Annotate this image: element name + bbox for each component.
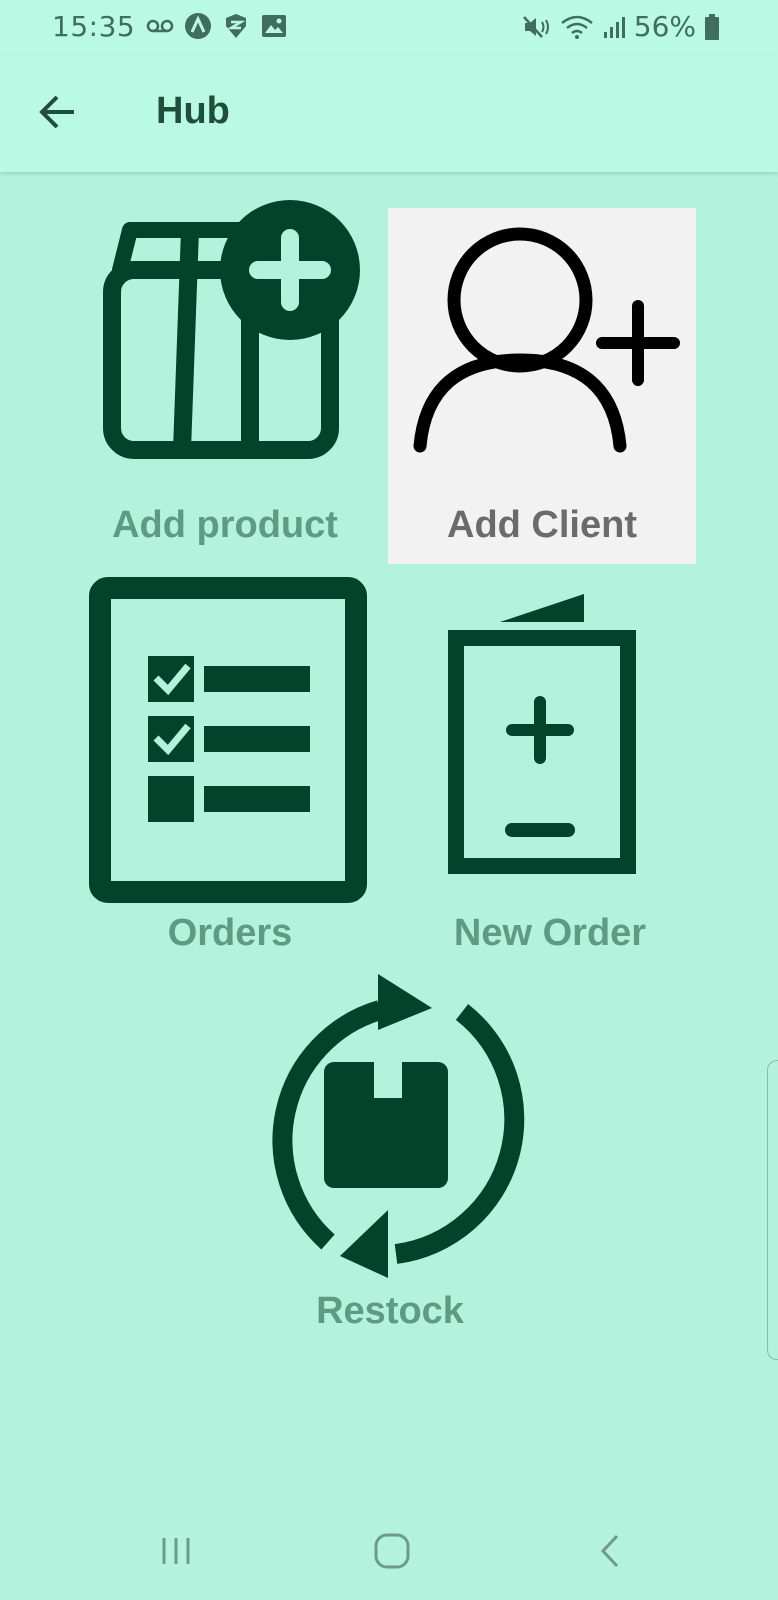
restock-icon bbox=[272, 974, 525, 1278]
wifi-icon bbox=[560, 15, 593, 39]
app-shield-icon bbox=[226, 14, 246, 38]
restock-button[interactable]: Restock bbox=[240, 970, 540, 1350]
home-icon bbox=[374, 1533, 410, 1569]
status-bar: 15:35 56% bbox=[0, 0, 778, 56]
add-product-label: Add product bbox=[112, 504, 338, 546]
app-bar: Hub bbox=[0, 56, 778, 172]
back-nav-button[interactable] bbox=[580, 1526, 640, 1576]
add-client-label: Add Client bbox=[447, 504, 637, 546]
arrow-back-icon bbox=[39, 95, 74, 129]
battery-percent: 56% bbox=[633, 10, 696, 43]
restock-label: Restock bbox=[316, 1290, 464, 1332]
notification-icons bbox=[146, 12, 288, 40]
mute-vibrate-icon bbox=[522, 15, 549, 38]
battery-icon bbox=[705, 13, 719, 40]
home-button[interactable] bbox=[362, 1526, 422, 1576]
recent-apps-icon bbox=[162, 1538, 190, 1564]
status-time: 15:35 bbox=[52, 10, 136, 43]
chevron-left-icon bbox=[600, 1534, 619, 1568]
add-product-button[interactable]: Add product bbox=[70, 190, 380, 562]
app-a-icon bbox=[185, 13, 211, 39]
new-order-button[interactable]: New Order bbox=[400, 590, 700, 962]
page-title: Hub bbox=[156, 90, 230, 132]
hub-screen: 15:35 56% Hub Add product Add Client Ord… bbox=[0, 0, 778, 1600]
new-order-label: New Order bbox=[453, 912, 647, 954]
edge-panel-handle[interactable] bbox=[767, 1060, 778, 1360]
checklist-icon bbox=[89, 577, 367, 903]
image-icon bbox=[262, 15, 286, 37]
add-client-button[interactable]: Add Client bbox=[388, 208, 696, 564]
voicemail-icon bbox=[146, 19, 174, 33]
order-form-icon bbox=[448, 594, 636, 874]
back-button[interactable] bbox=[30, 84, 86, 140]
system-icons: 56% bbox=[522, 10, 720, 43]
user-plus-icon bbox=[413, 227, 680, 453]
box-plus-icon bbox=[103, 200, 360, 459]
signal-icon bbox=[603, 16, 625, 38]
recent-apps-button[interactable] bbox=[146, 1526, 206, 1576]
orders-button[interactable]: Orders bbox=[80, 576, 380, 962]
system-nav-bar bbox=[0, 1500, 778, 1600]
orders-label: Orders bbox=[167, 912, 293, 954]
